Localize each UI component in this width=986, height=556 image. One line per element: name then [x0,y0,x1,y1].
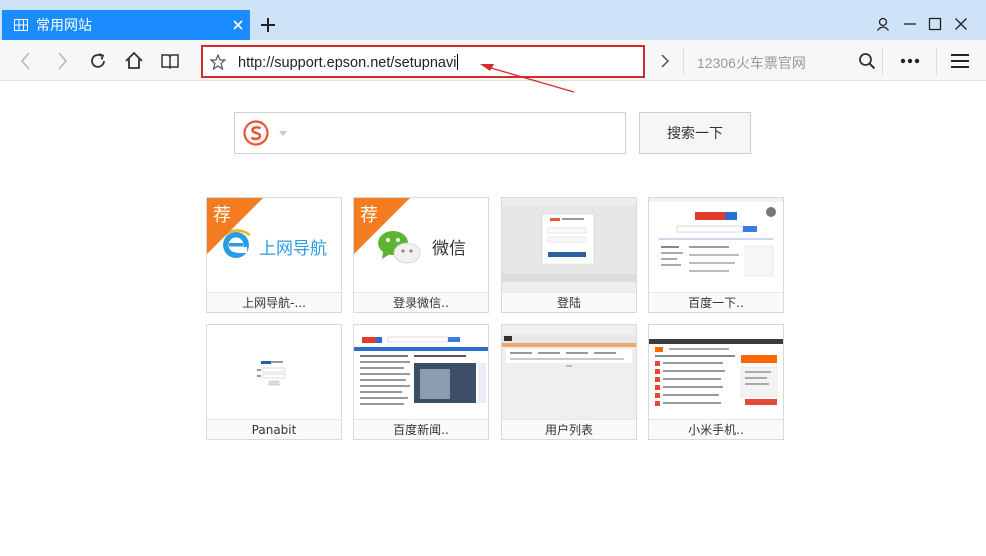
sogou-logo-icon[interactable] [243,120,269,146]
window-close-icon[interactable] [954,17,968,31]
tile-thumbnail [207,325,341,419]
panabit-page-preview [257,361,286,386]
active-tab[interactable]: 常用网站 [2,10,250,40]
site-tile[interactable]: 百度新闻.. [353,324,489,440]
tile-thumbnail [354,325,488,419]
tile-brand-text: 上网导航 [259,239,327,259]
site-tile[interactable]: Panabit [206,324,342,440]
baidu-page-preview [649,198,783,277]
search-icon[interactable] [858,52,876,70]
refresh-icon[interactable] [88,51,108,71]
home-icon[interactable] [124,51,144,71]
tile-label: 登陆 [502,292,636,312]
baidu-news-page-preview [354,336,488,405]
tile-thumbnail [502,325,636,419]
search-button[interactable]: 搜索一下 [639,112,751,154]
tile-brand-text: 微信 [432,239,466,259]
close-icon[interactable] [230,17,246,33]
user-list-page-preview [502,335,636,367]
toolbar-separator [882,47,883,75]
chevron-down-icon[interactable] [279,131,287,137]
site-tile[interactable]: 用户列表 [501,324,637,440]
tile-label: Panabit [207,419,341,439]
sogou-search-input[interactable] [234,112,626,154]
maximize-icon[interactable] [928,17,942,31]
tile-thumbnail: 微信 荐 [354,198,488,292]
recommended-badge-text: 荐 [360,205,378,226]
site-tile[interactable]: 微信 荐 登录微信.. [353,197,489,313]
tile-label: 百度新闻.. [354,419,488,439]
tile-label: 百度一下.. [649,292,783,312]
more-options-icon[interactable] [900,58,920,64]
tile-label: 登录微信.. [354,292,488,312]
tile-label: 小米手机.. [649,419,783,439]
new-tab-plus-icon[interactable] [259,16,277,34]
tile-thumbnail: 上网导航 荐 [207,198,341,292]
text-cursor [457,54,459,70]
annotation-arrow [480,64,575,93]
reading-mode-icon[interactable] [160,51,180,71]
login-page-preview [502,206,636,282]
go-arrow-icon[interactable] [659,53,671,69]
recommended-badge-text: 荐 [213,205,231,226]
tile-label: 用户列表 [502,419,636,439]
tile-thumbnail [502,198,636,292]
hamburger-menu-icon[interactable] [950,53,970,69]
tile-label: 上网导航-... [207,292,341,312]
site-tile[interactable]: 上网导航 荐 上网导航-... [206,197,342,313]
title-bar: 常用网站 [0,0,986,40]
site-tile[interactable]: 登陆 [501,197,637,313]
back-icon[interactable] [16,51,36,71]
user-icon[interactable] [876,17,890,31]
toolbar-separator [683,47,684,75]
tile-thumbnail [649,198,783,292]
minimize-icon[interactable] [903,17,917,31]
search-engine-input[interactable]: 12306火车票官网 [697,53,806,73]
site-tile[interactable]: 百度一下.. [648,197,784,313]
site-tile[interactable]: 小米手机.. [648,324,784,440]
toolbar-separator [936,47,937,75]
xiaomi-page-preview [649,339,783,406]
tile-thumbnail [649,325,783,419]
grid-icon [14,19,28,31]
forward-icon[interactable] [52,51,72,71]
tab-title: 常用网站 [36,17,92,33]
bookmark-star-icon[interactable] [210,54,226,70]
address-url[interactable]: http://support.epson.net/setupnavi [238,54,459,71]
